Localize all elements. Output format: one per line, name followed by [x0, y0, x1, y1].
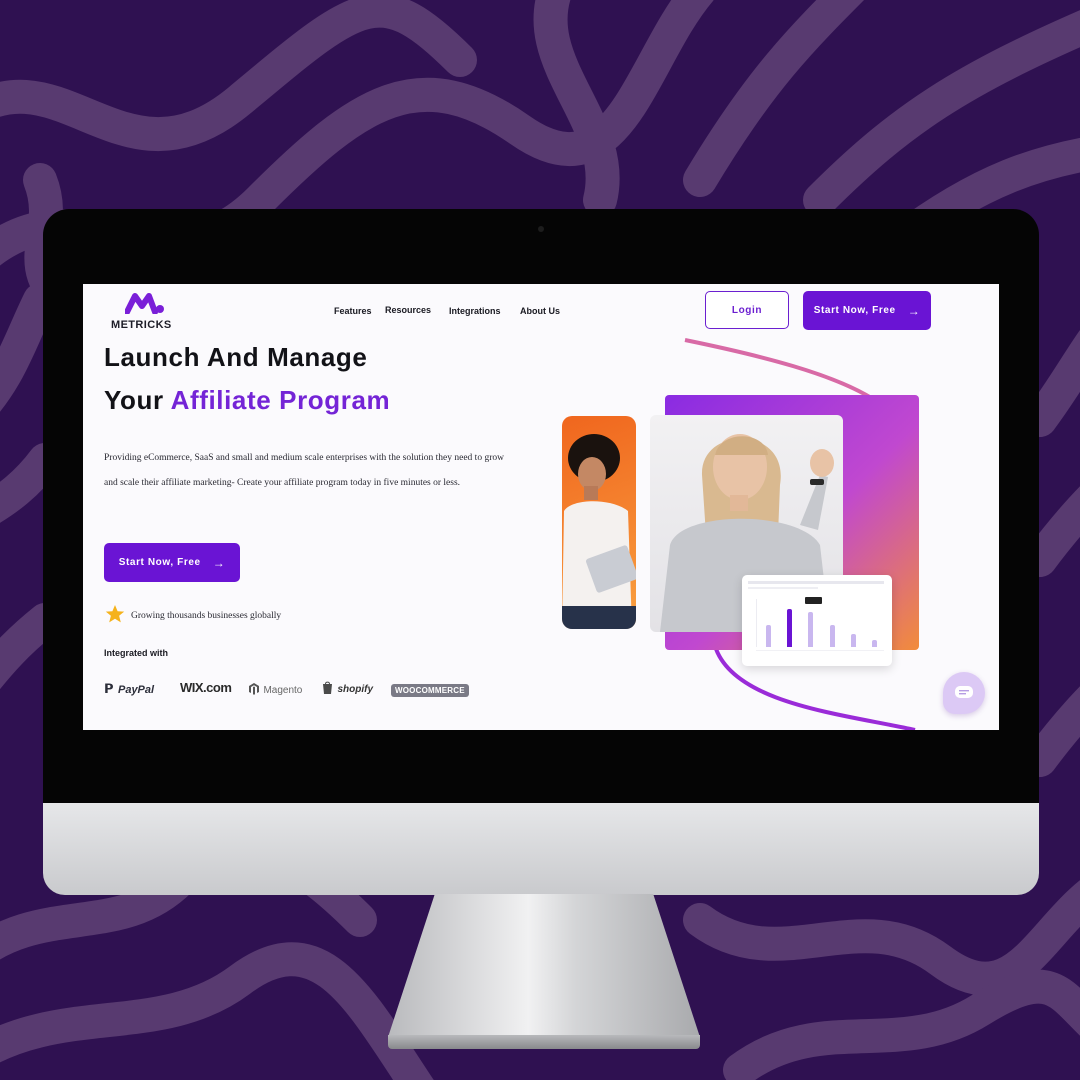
header-start-now-label: Start Now, Free [813, 305, 896, 316]
logo-text: METRICKS [111, 319, 172, 331]
shopify-bag-icon [323, 681, 332, 695]
woocommerce-logo: WOOCOMMERCE [391, 680, 469, 698]
hero-title-prefix: Your [104, 385, 164, 415]
dashboard-bar-may [851, 634, 856, 647]
dashboard-card-header [748, 581, 884, 584]
shopify-logo: shopify [322, 679, 373, 697]
nav-item-integrations[interactable]: Integrations [449, 306, 501, 316]
arrow-right-icon: → [212, 555, 226, 570]
paypal-logo: 𝗣 PayPal [104, 681, 155, 696]
wix-logo: WIX.com [180, 680, 232, 695]
dashboard-x-axis [756, 650, 884, 651]
hero-title-accent: Affiliate Program [170, 385, 391, 415]
chat-bubble-icon [955, 686, 973, 698]
dashboard-bar-april [830, 625, 835, 647]
dashboard-bar-feb [787, 609, 792, 647]
nav-item-features[interactable]: Features [334, 306, 372, 316]
website-screen: METRICKS Features Resources Integrations… [83, 284, 999, 730]
dashboard-card-tabs [748, 587, 818, 589]
dashboard-bar-march [808, 612, 813, 647]
star-icon [105, 605, 125, 623]
growing-text: Growing thousands businesses globally [131, 611, 282, 621]
monitor-stand-base [388, 1035, 700, 1049]
hero-start-now-button[interactable]: Start Now, Free → [104, 543, 240, 582]
magento-logo: Magento [249, 680, 302, 698]
login-button[interactable]: Login [705, 291, 789, 329]
hero-description: Providing eCommerce, SaaS and small and … [104, 453, 504, 488]
dashboard-bar-june [872, 640, 877, 647]
dashboard-bar-chart [756, 599, 885, 647]
camera-dot [538, 226, 544, 232]
metricks-logo-icon [125, 293, 164, 314]
monitor-stand [388, 894, 700, 1038]
arrow-right-icon: → [907, 303, 921, 318]
man-with-laptop-illustration [562, 434, 636, 629]
hero-title-line1: Launch And Manage [104, 342, 368, 372]
nav-item-about-us[interactable]: About Us [520, 306, 560, 316]
chat-widget-button[interactable] [943, 672, 985, 714]
hero-title-line2: Your Affiliate Program [104, 385, 390, 416]
brand-logo[interactable]: METRICKS [111, 292, 177, 331]
magento-icon [249, 682, 259, 695]
integrated-with-label: Integrated with [104, 648, 169, 658]
dashboard-card [742, 575, 892, 666]
nav-item-resources[interactable]: Resources [385, 305, 431, 315]
photo-card-man [562, 416, 636, 629]
header-start-now-button[interactable]: Start Now, Free → [803, 291, 931, 330]
monitor-chin [43, 803, 1039, 895]
dashboard-bar-jan [766, 625, 771, 647]
hero-start-now-label: Start Now, Free [118, 557, 201, 568]
